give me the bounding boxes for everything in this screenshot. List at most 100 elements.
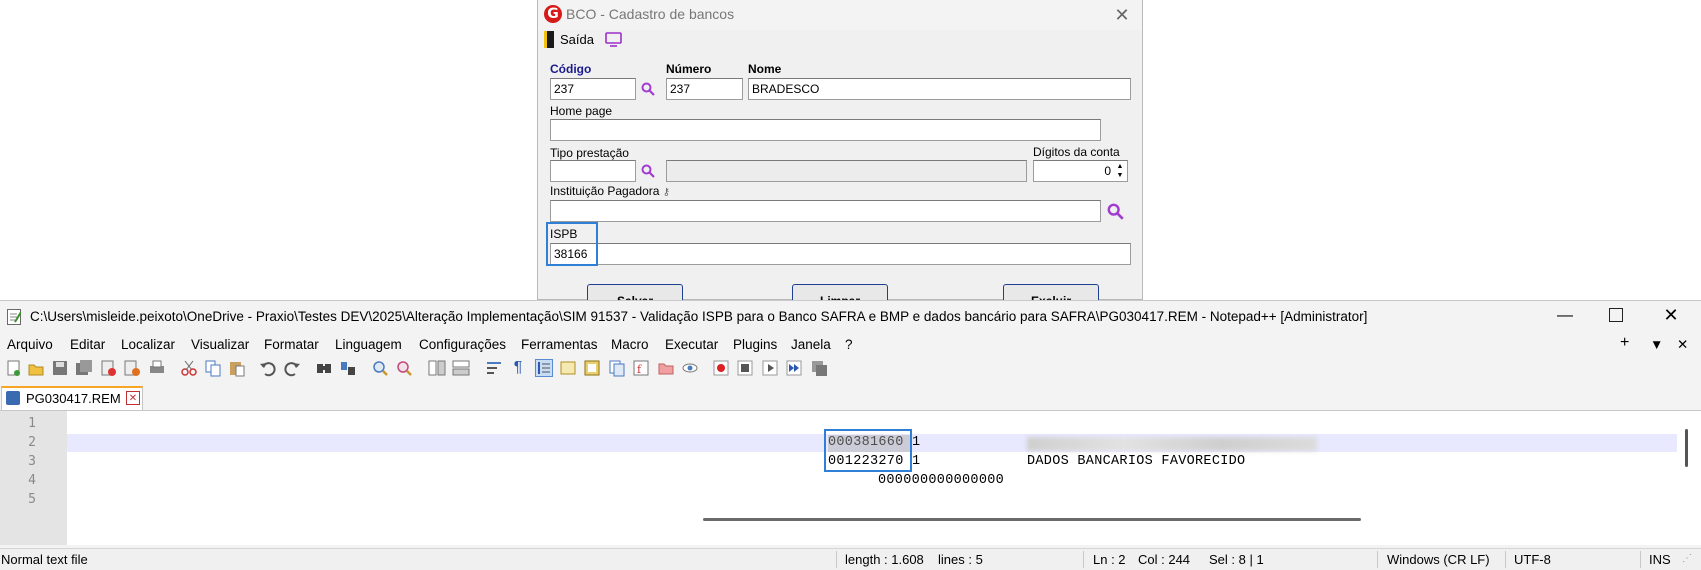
menu-formatar[interactable]: Formatar xyxy=(264,337,319,352)
exit-button[interactable]: Saída xyxy=(542,29,600,51)
line-number: 3 xyxy=(28,454,36,469)
ispb-code-highlight-box xyxy=(824,429,912,472)
status-sel: Sel : 8 | 1 xyxy=(1209,552,1264,567)
search-icon[interactable] xyxy=(1107,203,1124,220)
redo-icon[interactable] xyxy=(283,359,301,377)
menu-configuracoes[interactable]: Configurações xyxy=(419,337,506,352)
status-separator xyxy=(1640,551,1641,568)
menu-localizar[interactable]: Localizar xyxy=(121,337,175,352)
close-icon[interactable]: ✕ xyxy=(1660,305,1682,327)
digitos-conta-value: 0 xyxy=(1104,164,1111,178)
tipo-prestacao-label: Tipo prestação xyxy=(550,146,629,160)
notepadpp-window: C:\Users\misleide.peixoto\OneDrive - Pra… xyxy=(0,300,1701,570)
tab-close-icon[interactable]: ✕ xyxy=(126,391,140,405)
menu-linguagem[interactable]: Linguagem xyxy=(335,337,402,352)
new-tab-icon[interactable]: + xyxy=(1620,334,1629,352)
menu-editar[interactable]: Editar xyxy=(70,337,105,352)
cut-icon[interactable] xyxy=(180,359,198,377)
menu-plugins[interactable]: Plugins xyxy=(733,337,777,352)
run-macro-multiple-icon[interactable] xyxy=(785,359,803,377)
status-bar: Normal text file length : 1.608 lines : … xyxy=(0,548,1701,570)
open-file-icon[interactable] xyxy=(27,359,45,377)
door-icon xyxy=(544,31,554,48)
minimize-icon[interactable]: — xyxy=(1555,307,1575,327)
doc-map-icon[interactable] xyxy=(583,359,601,377)
key-icon: ⚷ xyxy=(662,187,671,198)
line-number: 5 xyxy=(28,492,36,507)
udl-icon[interactable] xyxy=(559,359,577,377)
status-file-type: Normal text file xyxy=(1,552,88,567)
close-file-icon[interactable] xyxy=(99,359,117,377)
status-length: length : 1.608 xyxy=(845,552,924,567)
npp-window-title: C:\Users\misleide.peixoto\OneDrive - Pra… xyxy=(30,309,1368,324)
line-number: 2 xyxy=(28,435,36,450)
menu-help[interactable]: ? xyxy=(845,337,853,352)
paste-icon[interactable] xyxy=(228,359,246,377)
replace-icon[interactable] xyxy=(339,359,357,377)
doc-list-icon[interactable] xyxy=(608,359,626,377)
instituicao-pagadora-field[interactable] xyxy=(550,200,1101,222)
tipo-prestacao-field[interactable] xyxy=(550,160,636,182)
instituicao-pagadora-label: Instituição Pagadora ⚷ xyxy=(550,184,670,198)
codigo-field[interactable]: 237 xyxy=(550,78,636,100)
editor-area[interactable]: 1 2 3 4 5 000381660 1 001223270 1 DADOS … xyxy=(0,410,1701,545)
numero-label: Número xyxy=(666,62,712,76)
tab-list-icon[interactable]: ▼ xyxy=(1650,337,1663,352)
sync-horizontal-icon[interactable] xyxy=(452,359,470,377)
stepper-arrows-icon[interactable]: ▲ ▼ xyxy=(1114,162,1126,180)
numero-field[interactable]: 237 xyxy=(666,78,743,100)
close-all-icon[interactable] xyxy=(123,359,141,377)
play-macro-icon[interactable] xyxy=(761,359,779,377)
new-file-icon[interactable] xyxy=(5,359,23,377)
ispb-field[interactable]: 38166 xyxy=(550,243,1131,265)
monitoring-icon[interactable] xyxy=(681,359,699,377)
tipo-prestacao-desc-field xyxy=(666,160,1027,182)
menu-arquivo[interactable]: Arquivo xyxy=(7,337,53,352)
copy-icon[interactable] xyxy=(204,359,222,377)
search-icon[interactable] xyxy=(641,164,655,178)
status-separator xyxy=(1377,551,1378,568)
status-mode: INS xyxy=(1649,552,1671,567)
home-page-field[interactable] xyxy=(550,119,1101,141)
menu-executar[interactable]: Executar xyxy=(665,337,718,352)
menu-visualizar[interactable]: Visualizar xyxy=(191,337,249,352)
digitos-conta-stepper[interactable]: 0 ▲ ▼ xyxy=(1033,160,1128,182)
print-icon[interactable] xyxy=(148,359,166,377)
npp-titlebar: C:\Users\misleide.peixoto\OneDrive - Pra… xyxy=(0,301,1701,333)
function-list-icon[interactable]: f xyxy=(632,359,650,377)
vertical-scrollbar[interactable] xyxy=(1685,429,1688,467)
nome-field[interactable]: BRADESCO xyxy=(748,78,1131,100)
digitos-conta-label: Dígitos da conta xyxy=(1033,145,1120,159)
menu-macro[interactable]: Macro xyxy=(611,337,649,352)
undo-icon[interactable] xyxy=(259,359,277,377)
find-icon[interactable] xyxy=(315,359,333,377)
horizontal-scrollbar[interactable] xyxy=(703,518,1361,521)
stop-macro-icon[interactable] xyxy=(736,359,754,377)
save-icon[interactable] xyxy=(51,359,69,377)
zoom-in-icon[interactable] xyxy=(371,359,389,377)
status-eol: Windows (CR LF) xyxy=(1387,552,1490,567)
zoom-out-icon[interactable] xyxy=(395,359,413,377)
sync-vertical-icon[interactable] xyxy=(428,359,446,377)
tab-label: PG030417.REM xyxy=(26,391,121,406)
close-icon[interactable]: ✕ xyxy=(1110,3,1134,27)
show-all-chars-icon[interactable]: ¶ xyxy=(509,359,527,377)
status-lines: lines : 5 xyxy=(938,552,983,567)
save-macro-icon[interactable] xyxy=(810,359,828,377)
indent-guide-icon[interactable] xyxy=(535,359,553,377)
folder-workspace-icon[interactable] xyxy=(657,359,675,377)
resize-grip-icon[interactable]: ⋰ xyxy=(1682,553,1692,564)
line-number: 1 xyxy=(28,416,36,431)
save-all-icon[interactable] xyxy=(75,359,93,377)
bco-window-title: BCO - Cadastro de bancos xyxy=(566,6,735,22)
monitor-icon[interactable] xyxy=(605,32,622,48)
tab-pg030417[interactable]: PG030417.REM ✕ xyxy=(1,386,143,410)
menu-janela[interactable]: Janela xyxy=(791,337,831,352)
word-wrap-icon[interactable] xyxy=(485,359,503,377)
search-icon[interactable] xyxy=(641,82,655,96)
bco-window: G BCO - Cadastro de bancos ✕ Saída Códig… xyxy=(537,0,1143,310)
close-doc-icon[interactable]: ✕ xyxy=(1677,337,1688,353)
menu-ferramentas[interactable]: Ferramentas xyxy=(521,337,598,352)
maximize-icon[interactable] xyxy=(1609,308,1623,322)
record-macro-icon[interactable] xyxy=(712,359,730,377)
